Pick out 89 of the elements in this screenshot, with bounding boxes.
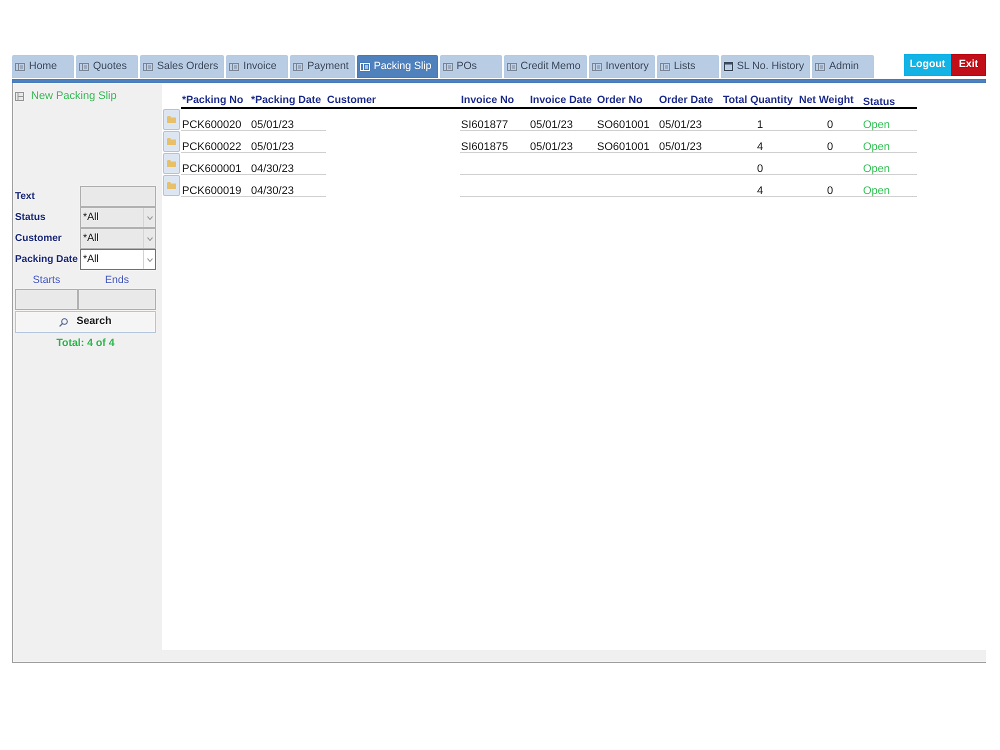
table-cell: 05/01/23 [530, 141, 573, 153]
tab[interactable]: Packing Slip [356, 55, 438, 78]
tab[interactable]: Credit Memo [504, 55, 587, 78]
dropdown-field[interactable]: *All [80, 249, 156, 270]
folder-icon [167, 182, 176, 189]
form-icon [360, 62, 370, 70]
tab[interactable]: Admin [812, 55, 874, 78]
dropdown-field[interactable]: *All [80, 228, 156, 249]
form-icon [506, 62, 516, 70]
table-cell: SO601001 [597, 119, 650, 131]
table-cell: 0 [826, 141, 834, 153]
exit-button[interactable]: Exit [951, 54, 986, 76]
range-label: Ends [104, 273, 130, 287]
table-cell: 05/01/23 [251, 141, 294, 153]
table-cell: SO601001 [597, 141, 650, 153]
tab[interactable]: SL No. History [720, 55, 810, 78]
form-icon [815, 62, 826, 70]
column-header: Order No [597, 94, 643, 106]
tab[interactable]: Payment [290, 55, 355, 78]
form-icon [293, 62, 304, 70]
form-icon [15, 92, 24, 100]
date-field[interactable] [15, 289, 78, 310]
chevron-down-icon [146, 236, 152, 240]
status-text: Open [863, 140, 890, 155]
tab[interactable]: Quotes [76, 55, 138, 78]
folder-icon [167, 160, 176, 167]
column-header: Status [863, 96, 896, 108]
column-header: Invoice Date [530, 94, 592, 106]
table-cell: 04/30/23 [251, 185, 294, 197]
column-header: Total Quantity [723, 94, 793, 106]
table-cell: 4 [756, 185, 764, 197]
text-field[interactable] [80, 186, 156, 207]
filter-label: Packing Date [14, 253, 79, 267]
range-label: Starts [32, 273, 62, 287]
table-cell: 1 [756, 119, 764, 131]
form-icon [15, 62, 25, 70]
open-button[interactable] [163, 109, 180, 130]
tab[interactable]: Lists [656, 55, 719, 78]
window-icon [724, 62, 733, 71]
table-cell: 0 [826, 185, 834, 197]
status-text: Open [863, 184, 890, 199]
form-icon [660, 62, 670, 70]
status-text: Open [863, 162, 890, 177]
column-header: Order Date [659, 94, 714, 106]
column-header: Invoice No [461, 94, 514, 106]
dropdown-field[interactable]: *All [80, 207, 156, 228]
filter-label: Text [14, 190, 36, 204]
table-cell: 04/30/23 [251, 163, 294, 175]
table-cell: 05/01/23 [251, 119, 294, 131]
table-cell: 4 [756, 141, 764, 153]
tab[interactable]: POs [440, 55, 502, 78]
table-cell: 0 [826, 119, 834, 131]
table-cell: PCK600022 [182, 141, 242, 153]
table-cell: SI601877 [461, 119, 508, 131]
open-button[interactable] [163, 175, 180, 196]
tab[interactable]: Sales Orders [140, 55, 224, 78]
column-header: Customer [327, 94, 376, 106]
total-count: Total: 4 of 4 [55, 336, 116, 351]
table-cell: 0 [756, 163, 764, 175]
chevron-down-icon [146, 216, 152, 220]
status-text: Open [863, 118, 890, 133]
form-icon [229, 62, 240, 70]
table-cell: PCK600019 [182, 185, 242, 197]
table-cell: 05/01/23 [530, 119, 573, 131]
folder-icon [167, 116, 176, 123]
table-cell: 05/01/23 [659, 141, 702, 153]
table-cell: SI601875 [461, 141, 508, 153]
form-icon [79, 62, 89, 70]
folder-icon [167, 138, 176, 145]
search-button[interactable]: Search [15, 311, 156, 333]
tab[interactable]: Invoice [226, 55, 288, 78]
column-header: Net Weight [799, 94, 854, 106]
form-icon [143, 62, 153, 70]
table-cell: PCK600020 [182, 119, 242, 131]
chevron-down-icon [146, 258, 152, 262]
date-field[interactable] [78, 289, 156, 310]
filter-label: Customer [14, 232, 63, 246]
filter-label: Status [14, 211, 47, 225]
column-header: *Packing No [182, 94, 244, 106]
table-cell: 05/01/23 [659, 119, 702, 131]
column-header: *Packing Date [251, 94, 322, 106]
table-cell: PCK600001 [182, 163, 242, 175]
tab[interactable]: Inventory [588, 55, 655, 78]
form-icon [442, 62, 452, 70]
open-button[interactable] [163, 153, 180, 174]
tab[interactable]: Home [12, 55, 74, 78]
form-icon [592, 62, 602, 70]
open-button[interactable] [163, 131, 180, 152]
search-icon [59, 318, 68, 326]
